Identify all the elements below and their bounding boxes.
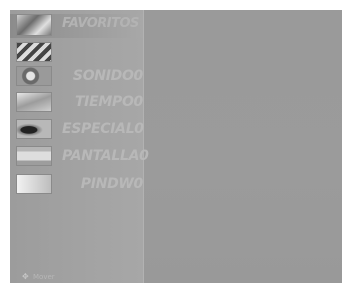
menu-item-screen[interactable]: PANTALLA0 <box>10 146 149 168</box>
menu-item-pip[interactable]: PINDW0 <box>10 174 143 196</box>
tv-osd-screen: FAVORITOS SONIDO0 TIEMPO0 ESPECIAL0 PANT… <box>10 10 342 283</box>
navigation-hint-text: Mover <box>33 273 55 281</box>
favorites-icon <box>16 14 52 36</box>
menu-item-label: SONIDO0 <box>72 68 143 84</box>
menu-item-special[interactable]: ESPECIAL0 <box>10 119 144 141</box>
navigation-arrows-icon: ✥ <box>22 272 29 281</box>
menu-item-sound[interactable]: SONIDO0 <box>10 66 143 88</box>
osd-main-menu: FAVORITOS SONIDO0 TIEMPO0 ESPECIAL0 PANT… <box>10 10 149 283</box>
screen-icon <box>16 146 52 166</box>
menu-item-label: TIEMPO0 <box>74 94 143 110</box>
picture-icon <box>16 42 52 62</box>
menu-item-time[interactable]: TIEMPO0 <box>10 92 143 114</box>
menu-item-picture[interactable] <box>10 42 143 64</box>
navigation-hint: ✥ Mover <box>22 272 140 282</box>
sound-icon <box>16 66 52 86</box>
menu-item-label: PANTALLA0 <box>62 148 149 164</box>
menu-item-favorites[interactable]: FAVORITOS <box>10 14 143 38</box>
pip-icon <box>16 174 52 194</box>
special-icon <box>16 119 52 139</box>
time-icon <box>16 92 52 112</box>
menu-item-label: ESPECIAL0 <box>62 121 144 137</box>
menu-title-label: FAVORITOS <box>62 16 139 31</box>
menu-item-label: PINDW0 <box>80 176 144 192</box>
